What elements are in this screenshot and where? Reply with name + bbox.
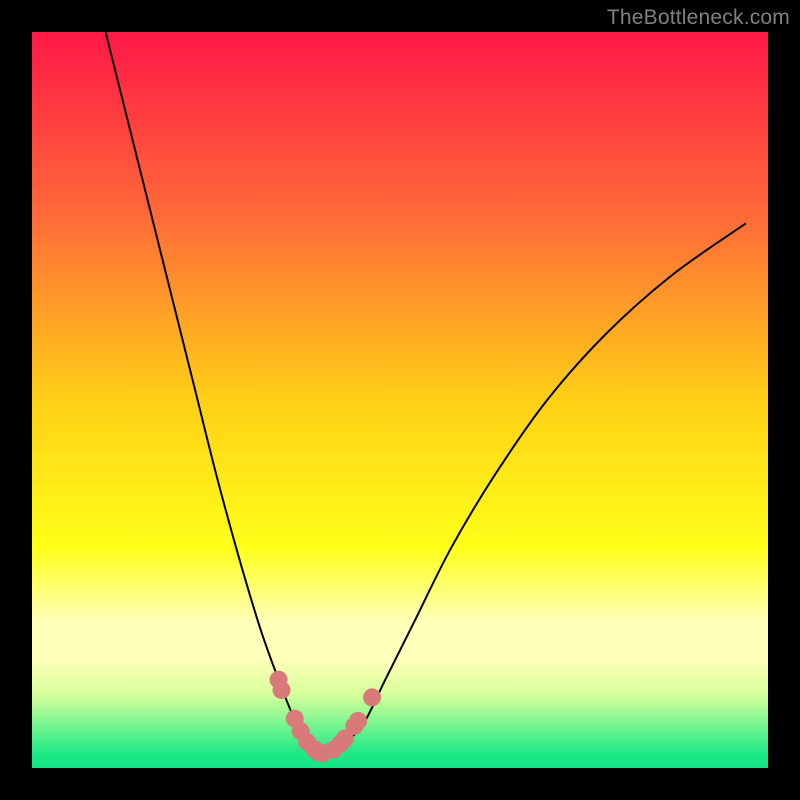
curve-marker <box>273 681 291 699</box>
chart-background <box>32 32 768 768</box>
curve-marker <box>349 712 367 730</box>
watermark-text: TheBottleneck.com <box>607 6 790 30</box>
curve-marker <box>363 688 381 706</box>
chart-plot-area <box>32 32 768 768</box>
chart-frame: TheBottleneck.com <box>0 0 800 800</box>
chart-svg <box>32 32 768 768</box>
